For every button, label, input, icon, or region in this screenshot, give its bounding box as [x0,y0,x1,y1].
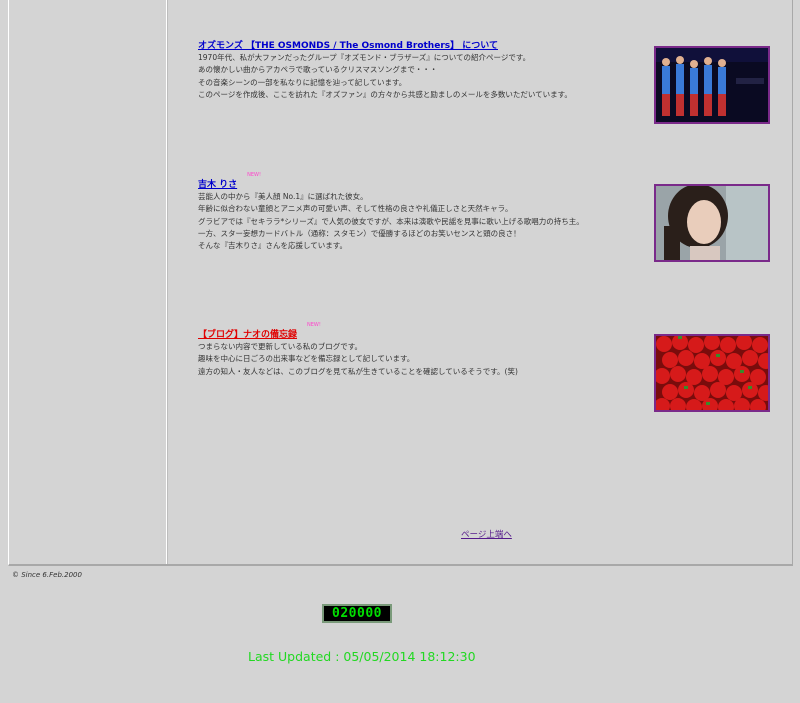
yoshiki-risa-link[interactable]: 吉木 りさ [198,179,237,191]
blog-thumbnail[interactable] [654,334,770,412]
new-badge: NEW! [307,322,321,328]
blog-link[interactable]: 【ブログ】ナオの備忘録 [198,329,297,341]
left-sidebar [9,0,167,564]
strawberries-photo [656,336,768,410]
page-top-link[interactable]: ページ上端へ [461,528,512,540]
last-updated-text: Last Updated : 05/05/2014 18:12:30 [248,649,476,664]
portrait-photo [656,186,768,260]
band-photo [656,48,768,122]
new-badge: NEW! [247,172,261,178]
visitor-counter: 020000 [322,604,392,623]
yoshiki-risa-thumbnail[interactable] [654,184,770,262]
since-text: © Since 6.Feb.2000 [12,571,82,579]
osmonds-link[interactable]: オズモンズ 【THE OSMONDS / The Osmond Brothers… [198,40,498,52]
osmonds-thumbnail[interactable] [654,46,770,124]
